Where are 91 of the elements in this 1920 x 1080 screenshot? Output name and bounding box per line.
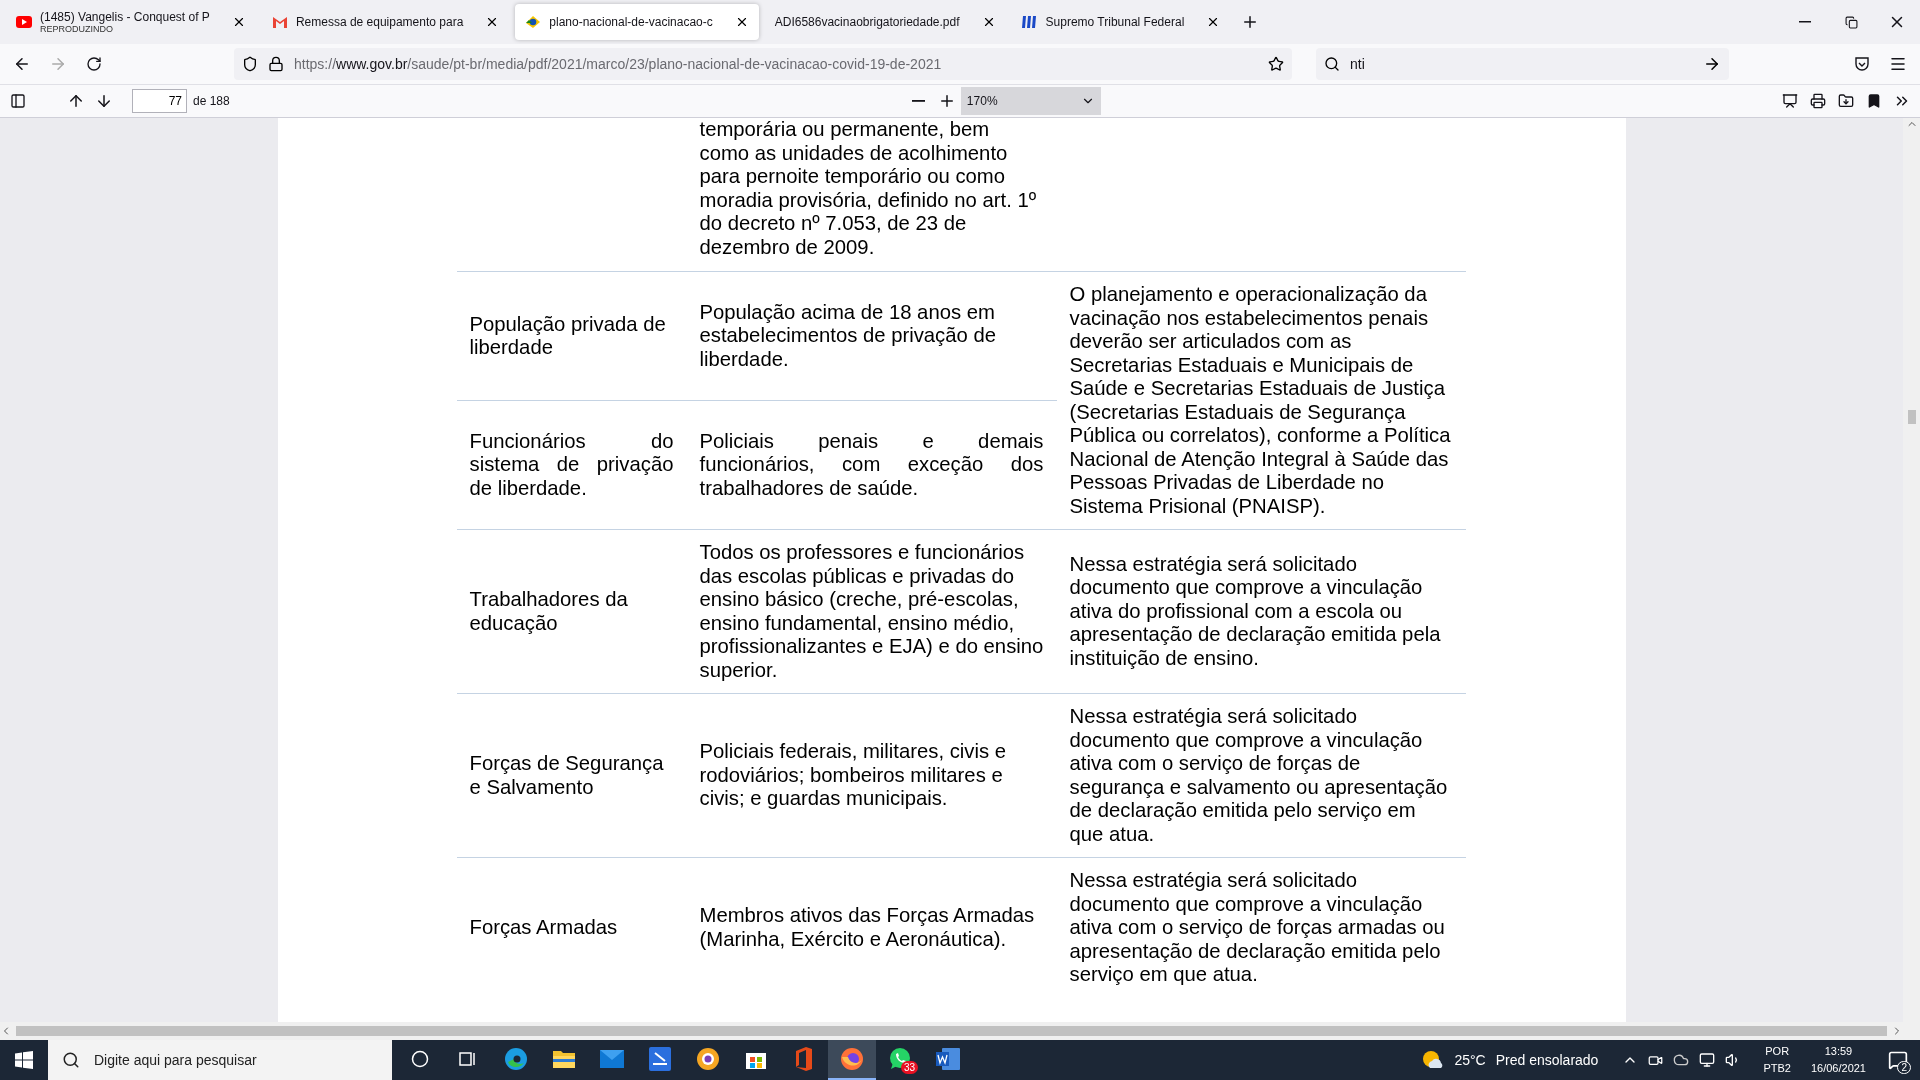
- browser-tab[interactable]: ADI6586vacinaobrigatoriedade.pdf: [764, 4, 1006, 40]
- notes-text: Nessa estratégia será solicitado documento que comprove a vinculação ativa com o serviço de forças armadas ou apresentação de declaração emitida pelo serviço em que atua.: [1069, 869, 1446, 987]
- description-text: Policiais federais, militares, civis e rodoviários; bombeiros militares e civis; e guardas municipais.: [699, 740, 1008, 811]
- scrollbar-thumb[interactable]: [1907, 410, 1916, 424]
- circle-icon: [411, 1050, 429, 1068]
- text-line: moradia provisória, definido no art. 1º: [699, 188, 1038, 212]
- taskbar-app[interactable]: 33: [876, 1040, 924, 1080]
- browser-icon: [504, 1047, 528, 1071]
- notes-text: O planejamento e operacionalização da vacinação nos estabelecimentos penais deverão ser articulados com as Secretarias Estaduais e Municipais de Saúde e Secretarias Estaduais de Justiça (Secretarias Estaduais de Segurança Pública ou correlatos), conforme a Política Nacional de Atenção Integral à Saúde das Pessoas Privadas de Liberdade no Sistema Prisional (PNAISP).: [1069, 283, 1452, 518]
- tab-title: Remessa de equipamento para: [295, 15, 464, 29]
- tab-subtitle: REPRODUZINDO: [40, 24, 114, 34]
- firefox-icon: [840, 1047, 864, 1071]
- taskbar-search-field[interactable]: Digite aqui para pesquisar: [48, 1040, 392, 1080]
- language-indicator[interactable]: POR: [1765, 1043, 1790, 1060]
- search-field[interactable]: nti: [1316, 48, 1729, 80]
- reload-icon: [86, 56, 102, 72]
- group-label: Funcionários do sistema de privação de liberdade.: [469, 429, 674, 501]
- search-input[interactable]: Digite aqui para pesquisar: [92, 1051, 378, 1069]
- text-line: temporária ou permanente, bem: [699, 118, 991, 142]
- flag-icon: [525, 15, 542, 29]
- group-label: Forças Armadas: [469, 916, 619, 940]
- columns-icon: [1021, 15, 1038, 29]
- search-icon: [62, 1051, 80, 1069]
- presentation-icon: [1782, 93, 1798, 109]
- tab-title: Supremo Tribunal Federal: [1045, 15, 1185, 29]
- menu-icon: [1889, 55, 1907, 73]
- folder-icon: [552, 1049, 576, 1069]
- group-label: Trabalhadores da educação: [469, 588, 629, 635]
- text-line: dezembro de 2009.: [699, 235, 876, 259]
- text-line: para pernoite temporário ou como: [699, 165, 1007, 189]
- restore-icon: [1844, 15, 1858, 29]
- star-icon[interactable]: [1268, 56, 1284, 72]
- text-line: do decreto nº 7.053, de 23 de: [699, 212, 968, 236]
- browser-icon: [696, 1047, 720, 1071]
- browser-tab[interactable]: (1485) Vangelis - Conquest of P REPRODUZINDO: [6, 4, 256, 40]
- horizontal-scrollbar[interactable]: [0, 1022, 1920, 1040]
- office-icon: [794, 1047, 814, 1071]
- tab-title: plano-nacional-de-vacinacao-c: [549, 15, 713, 29]
- notes-text: Nessa estratégia será solicitado documento que comprove a vinculação ativa com o serviço de forças de segurança e salvamento ou apresentação de declaração emitida pelo serviço em que atua.: [1069, 705, 1449, 846]
- vertical-scrollbar[interactable]: [1903, 118, 1920, 1022]
- badge: 33: [900, 1061, 918, 1074]
- notifications-button[interactable]: 2: [1876, 1040, 1920, 1080]
- shield-icon: [242, 56, 258, 72]
- tab-title: ADI6586vacinaobrigatoriedade.pdf: [774, 15, 960, 29]
- url-text: https://www.gov.br/saude/pt-br/media/pdf/2021/marco/23/plano-nacional-de-vacinacao-covid-19-de-2021: [294, 56, 943, 72]
- windows-icon: [15, 1051, 33, 1069]
- message-icon: [1888, 1050, 1908, 1070]
- group-label: Forças de Segurança e Salvamento: [469, 752, 665, 799]
- zoom-select[interactable]: 170%: [960, 87, 1101, 115]
- lock-icon: [268, 56, 284, 72]
- scanner-icon: [649, 1047, 671, 1071]
- description-text: Membros ativos das Forças Armadas (Marinha, Exército e Aeronáutica).: [699, 904, 1036, 952]
- folder-download-icon: [1838, 93, 1854, 109]
- word-icon: [936, 1048, 960, 1070]
- weather-condition: Pred ensolarado: [1495, 1052, 1599, 1068]
- network-icon[interactable]: [1699, 1052, 1716, 1068]
- cloud-icon[interactable]: [1673, 1052, 1690, 1068]
- notification-count: 2: [1897, 1061, 1911, 1074]
- address-bar[interactable]: https://www.gov.br/saude/pt-br/media/pdf/2021/marco/23/plano-nacional-de-vacinacao-covid-19-de-2021: [234, 48, 1292, 80]
- minus-icon: [912, 100, 926, 102]
- notes-text: Nessa estratégia será solicitado documento que comprove a vinculação ativa do profissional com a escola ou apresentação de declaração emitida pela instituição de ensino.: [1069, 552, 1442, 671]
- group-label: População privada de liberdade: [469, 312, 667, 360]
- mail-icon: [271, 16, 288, 28]
- clock-time[interactable]: 13:59: [1824, 1043, 1853, 1060]
- browser-tab[interactable]: Remessa de equipamento para: [261, 4, 510, 40]
- forward-arrow-icon: [49, 55, 67, 73]
- minimize-icon: [1799, 21, 1811, 23]
- page-number-field[interactable]: 77: [132, 89, 187, 113]
- go-arrow-icon[interactable]: [1703, 55, 1721, 73]
- search-input[interactable]: nti: [1348, 55, 1695, 73]
- video-icon: [16, 16, 32, 28]
- sidebar-icon: [10, 93, 26, 109]
- weather-icon: [1422, 1050, 1445, 1070]
- description-text: Policiais penais e demais funcionários, com exceção dos trabalhadores de saúde.: [699, 429, 1044, 501]
- down-arrow-icon: [95, 92, 113, 110]
- text-line: como as unidades de acolhimento: [699, 141, 1009, 165]
- bookmark-icon: [1866, 93, 1882, 109]
- description-text: Todos os professores e funcionários das escolas públicas e privadas do ensino básico (creche, pré-escolas, ensino fundamental, ensino médio, profissionalizantes e EJA) e do ensino superior.: [699, 541, 1044, 682]
- printer-icon: [1810, 93, 1826, 109]
- pocket-icon: [1854, 56, 1870, 72]
- search-icon: [1324, 56, 1340, 72]
- tab-title: (1485) Vangelis - Conquest of P: [40, 10, 210, 24]
- description-text: População acima de 18 anos em estabelecimentos de privação de liberdade.: [699, 300, 997, 372]
- browser-tab[interactable]: Supremo Tribunal Federal: [1011, 4, 1231, 40]
- mail-icon: [600, 1050, 624, 1068]
- task-view-icon: [459, 1051, 477, 1067]
- browser-tab[interactable]: plano-nacional-de-vacinacao-c: [515, 4, 759, 40]
- keyboard-layout[interactable]: PTB2: [1763, 1060, 1791, 1077]
- clock-date[interactable]: 16/06/2021: [1810, 1060, 1866, 1077]
- temperature: 25°C: [1454, 1052, 1486, 1068]
- page-count: de 188: [193, 94, 230, 108]
